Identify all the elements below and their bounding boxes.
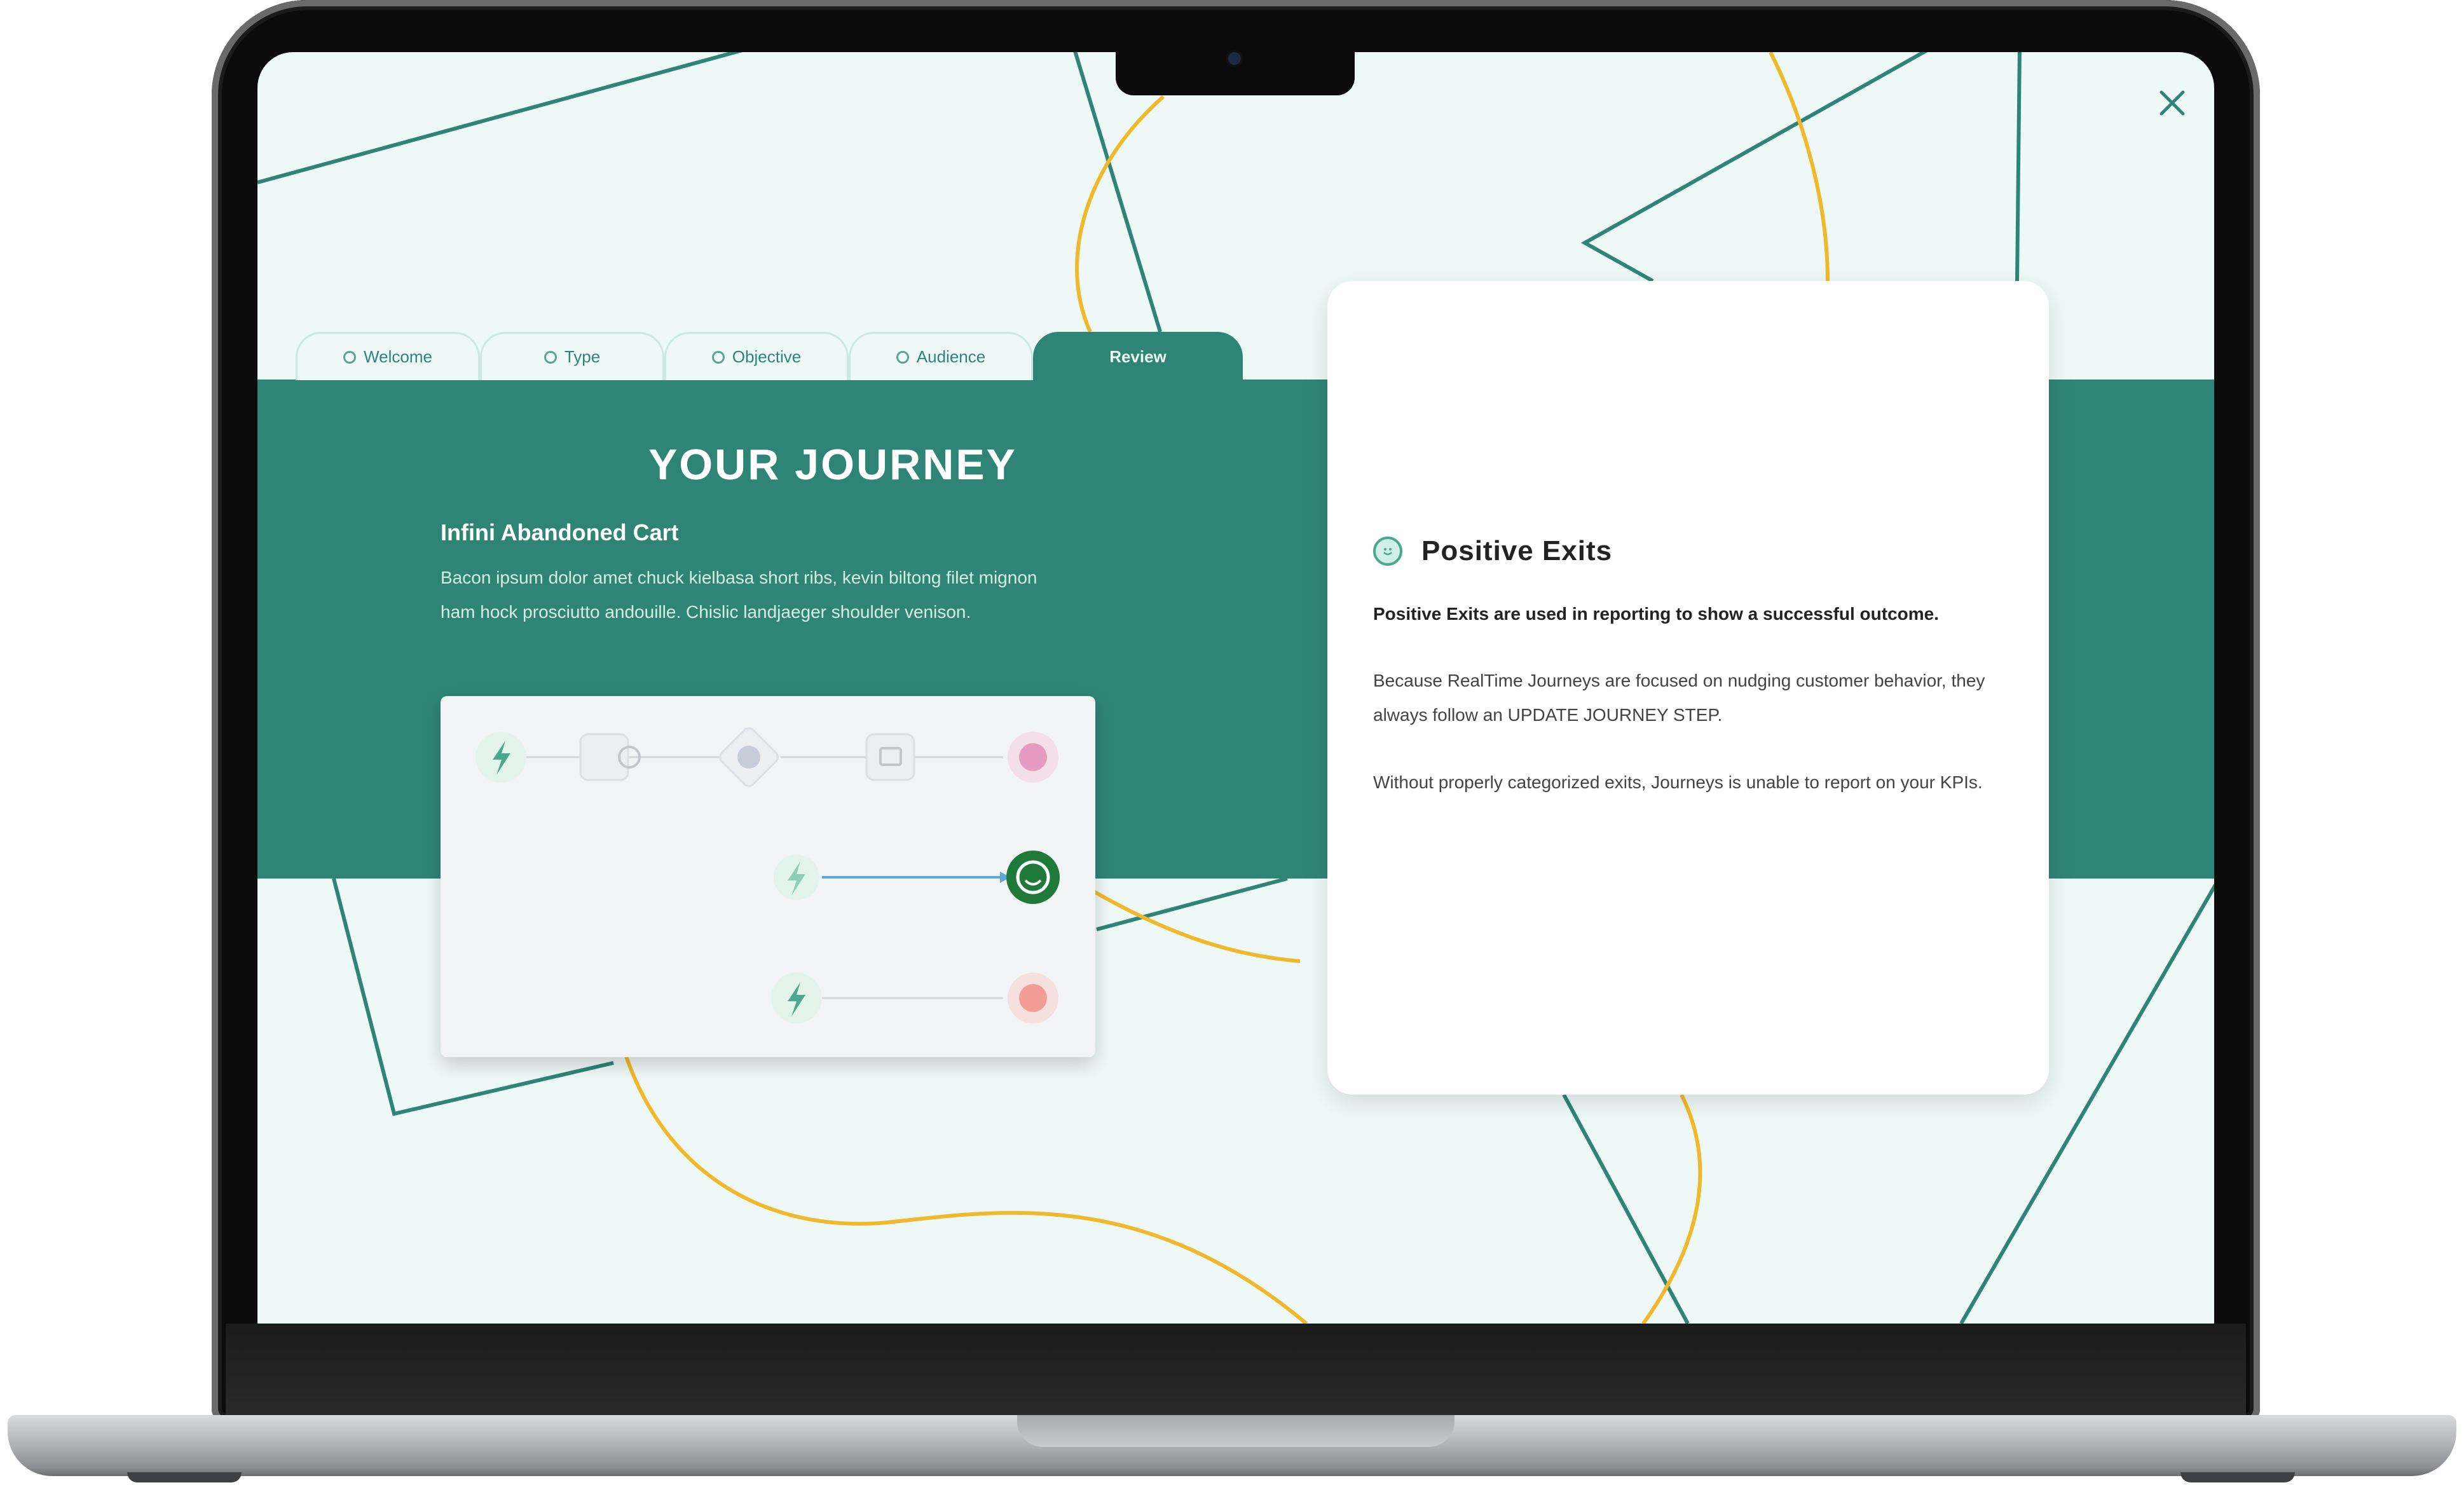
tab-objective[interactable]: Objective	[664, 332, 849, 380]
message-node	[865, 733, 915, 781]
step-icon	[896, 350, 909, 364]
info-paragraph: Without properly categorized exits, Jour…	[1373, 772, 1983, 792]
info-lead: Positive Exits are used in reporting to …	[1373, 604, 1940, 624]
laptop-base-groove	[1017, 1415, 1454, 1447]
journey-flow-preview	[441, 696, 1095, 1057]
exit-node	[1019, 984, 1047, 1012]
close-button[interactable]	[2153, 84, 2191, 122]
camera-icon	[1228, 52, 1241, 65]
tab-label: Welcome	[364, 347, 432, 366]
tab-type[interactable]: Type	[480, 332, 664, 380]
laptop-foot-left	[127, 1472, 242, 1482]
action-node	[579, 733, 629, 781]
laptop-screen: Welcome Type Objective Audience Review Y…	[257, 52, 2214, 1324]
info-header: Positive Exits	[1373, 535, 1612, 567]
laptop-chin	[226, 1324, 2246, 1419]
flow-diagram	[476, 727, 1060, 1023]
smiley-icon	[1373, 537, 1402, 566]
tab-label: Objective	[732, 347, 802, 366]
positive-exit-path	[774, 851, 1060, 904]
info-paragraph: Because RealTime Journeys are focused on…	[1373, 671, 1985, 725]
tab-label: Type	[564, 347, 601, 366]
journey-description: Bacon ipsum dolor amet chuck kielbasa sh…	[441, 568, 1037, 622]
journey-name: Infini Abandoned Cart	[441, 519, 679, 545]
laptop-foot-right	[2180, 1472, 2295, 1482]
info-title: Positive Exits	[1421, 535, 1613, 566]
step-icon	[544, 350, 557, 364]
laptop-mockup: Welcome Type Objective Audience Review Y…	[0, 0, 2464, 1485]
tab-review[interactable]: Review	[1033, 332, 1243, 380]
close-icon	[2159, 90, 2185, 116]
trigger-node	[476, 732, 526, 783]
step-icon	[343, 350, 357, 364]
exit-node	[1019, 743, 1047, 771]
decision-icon	[737, 746, 760, 769]
step-tabs: Welcome Type Objective Audience Review	[296, 332, 1503, 383]
tab-label: Review	[1109, 347, 1167, 366]
tab-audience[interactable]: Audience	[849, 332, 1033, 380]
page-title: YOUR JOURNEY	[648, 441, 1018, 489]
tab-label: Audience	[916, 347, 986, 366]
tab-welcome[interactable]: Welcome	[296, 332, 480, 380]
step-icon	[711, 350, 725, 364]
info-panel: Positive Exits Positive Exits are used i…	[1327, 281, 2049, 1095]
